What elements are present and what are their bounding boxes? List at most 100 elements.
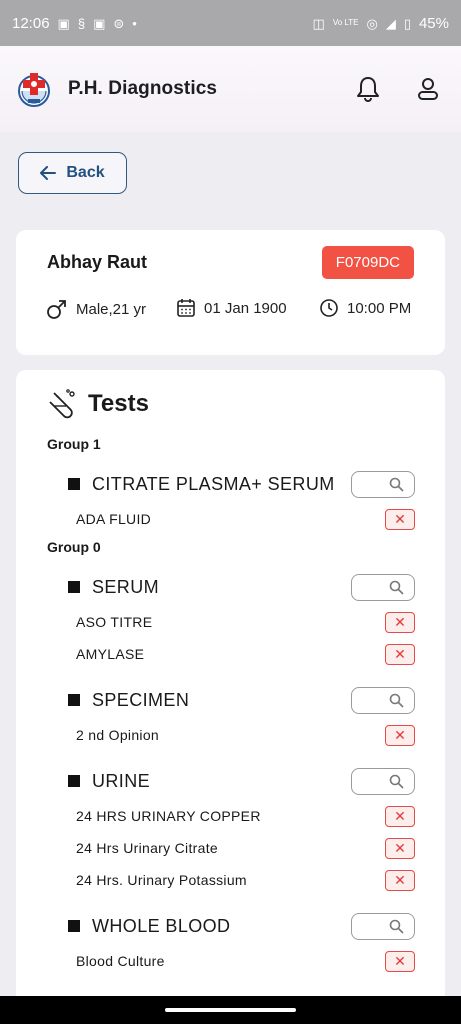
battery-level: 45% xyxy=(418,14,449,32)
remove-test-button[interactable]: ✕ xyxy=(385,643,415,665)
close-icon: ✕ xyxy=(394,807,406,824)
main-content: Back Abhay Raut F0709DC Male,21 yr 01 Ja… xyxy=(0,132,461,996)
sample-search-button[interactable] xyxy=(351,573,415,601)
status-bar: 12:06 ▣ § ▣ ⊜ • ◫ Vo LTE ◎ ◢ ▯ 45% xyxy=(0,0,461,46)
search-icon xyxy=(389,477,404,492)
sample-search-button[interactable] xyxy=(351,470,415,498)
system-navigation-bar xyxy=(0,996,461,1024)
close-icon: ✕ xyxy=(394,871,406,888)
remove-test-button[interactable]: ✕ xyxy=(385,508,415,530)
sample-row: CITRATE PLASMA+ SERUM xyxy=(68,470,415,498)
home-gesture-handle[interactable] xyxy=(165,1008,296,1012)
remove-test-button[interactable]: ✕ xyxy=(385,950,415,972)
search-icon xyxy=(389,580,404,595)
patient-name: Abhay Raut xyxy=(47,252,148,272)
sample-name: SPECIMEN xyxy=(92,689,190,710)
patient-id-badge: F0709DC xyxy=(321,246,414,279)
bell-icon xyxy=(357,77,379,102)
sample-search-button[interactable] xyxy=(351,912,415,940)
vibrate-icon: ◫ xyxy=(312,15,325,31)
sample-search-button[interactable] xyxy=(351,686,415,714)
gender-age-text: Male,21 yr xyxy=(76,300,147,318)
sample-search-button[interactable] xyxy=(351,767,415,795)
network-label: Vo LTE xyxy=(332,18,359,27)
remove-test-button[interactable]: ✕ xyxy=(385,837,415,859)
tests-card: Tests Group 1 CITRATE PLASMA+ SERUM ADA … xyxy=(16,370,445,996)
test-name: 24 Hrs. Urinary Potassium xyxy=(76,872,247,888)
clock-icon xyxy=(320,299,338,317)
user-icon xyxy=(418,78,438,100)
close-icon: ✕ xyxy=(394,839,406,856)
teams-icon: ▣ xyxy=(93,15,106,31)
test-row: Blood Culture ✕ xyxy=(76,950,415,972)
signal-icon: ◢ xyxy=(385,15,396,31)
test-name: 24 HRS URINARY COPPER xyxy=(76,808,261,824)
close-icon: ✕ xyxy=(394,613,406,630)
tests-header: Tests xyxy=(46,388,149,420)
hotspot-icon: ◎ xyxy=(366,15,378,31)
remove-test-button[interactable]: ✕ xyxy=(385,724,415,746)
back-label: Back xyxy=(66,164,105,181)
notification-icon: § xyxy=(77,15,86,31)
test-row: 24 HRS URINARY COPPER ✕ xyxy=(76,805,415,827)
search-icon xyxy=(389,919,404,934)
app-logo xyxy=(18,73,50,107)
date-text: 01 Jan 1900 xyxy=(204,299,287,317)
search-icon xyxy=(389,774,404,789)
sample-name: URINE xyxy=(92,770,151,791)
app-title: P.H. Diagnostics xyxy=(68,78,218,99)
test-row: 2 nd Opinion ✕ xyxy=(76,724,415,746)
test-name: ADA FLUID xyxy=(76,511,152,527)
app-bar: P.H. Diagnostics xyxy=(0,46,461,132)
profile-button[interactable] xyxy=(415,76,441,102)
bullet-icon xyxy=(68,694,80,706)
sample-name: CITRATE PLASMA+ SERUM xyxy=(92,473,335,494)
sample-row: URINE xyxy=(68,767,415,795)
remove-test-button[interactable]: ✕ xyxy=(385,611,415,633)
tests-title: Tests xyxy=(88,390,149,417)
back-button[interactable]: Back xyxy=(18,152,127,194)
status-time: 12:06 xyxy=(12,14,50,32)
arrow-left-icon xyxy=(40,166,57,180)
close-icon: ✕ xyxy=(394,510,406,527)
patient-gender-age: Male,21 yr xyxy=(46,298,146,320)
test-name: 2 nd Opinion xyxy=(76,727,159,743)
search-icon xyxy=(389,693,404,708)
test-name: ASO TITRE xyxy=(76,614,153,630)
teams-icon: ▣ xyxy=(57,15,70,31)
close-icon: ✕ xyxy=(394,645,406,662)
battery-icon: ▯ xyxy=(403,15,411,31)
test-row: ADA FLUID ✕ xyxy=(76,508,415,530)
patient-card: Abhay Raut F0709DC Male,21 yr 01 Jan 190… xyxy=(16,230,445,355)
bullet-icon xyxy=(68,920,80,932)
test-name: Blood Culture xyxy=(76,953,165,969)
close-icon: ✕ xyxy=(394,726,406,743)
test-row: AMYLASE ✕ xyxy=(76,643,415,665)
test-row: 24 Hrs Urinary Citrate ✕ xyxy=(76,837,415,859)
patient-date: 01 Jan 1900 xyxy=(176,298,287,318)
test-tube-icon xyxy=(49,389,75,419)
sample-row: SPECIMEN xyxy=(68,686,415,714)
remove-test-button[interactable]: ✕ xyxy=(385,869,415,891)
more-dot-icon: • xyxy=(132,15,137,31)
app-icon: ⊜ xyxy=(113,15,125,31)
male-icon xyxy=(47,300,66,319)
bullet-icon xyxy=(68,775,80,787)
test-name: AMYLASE xyxy=(76,646,145,662)
sample-row: WHOLE BLOOD xyxy=(68,912,415,940)
sample-name: WHOLE BLOOD xyxy=(92,915,231,936)
patient-time: 10:00 PM xyxy=(319,298,411,318)
time-text: 10:00 PM xyxy=(347,299,412,317)
close-icon: ✕ xyxy=(394,952,406,969)
notifications-button[interactable] xyxy=(355,76,381,102)
bullet-icon xyxy=(68,581,80,593)
sample-name: SERUM xyxy=(92,576,160,597)
calendar-icon xyxy=(177,299,195,317)
remove-test-button[interactable]: ✕ xyxy=(385,805,415,827)
test-row: ASO TITRE ✕ xyxy=(76,611,415,633)
test-name: 24 Hrs Urinary Citrate xyxy=(76,840,218,856)
sample-row: SERUM xyxy=(68,573,415,601)
bullet-icon xyxy=(68,478,80,490)
test-row: 24 Hrs. Urinary Potassium ✕ xyxy=(76,869,415,891)
group-label: Group 1 xyxy=(47,436,101,452)
